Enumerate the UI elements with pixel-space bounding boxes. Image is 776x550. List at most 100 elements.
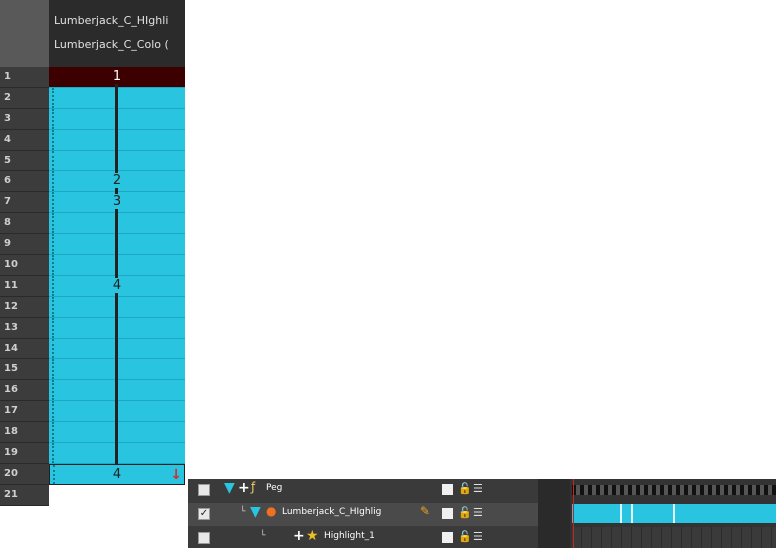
xsheet-cell[interactable]: 4: [49, 275, 185, 297]
exposure-boundary: [620, 504, 622, 523]
peg-icon: +: [238, 480, 250, 496]
down-arrow-icon: ↓: [170, 466, 182, 483]
xsheet-cell[interactable]: [49, 108, 185, 130]
xsheet-cell[interactable]: [49, 484, 185, 506]
cell-value: 4: [110, 466, 124, 482]
hierarchy-line-icon: └: [260, 531, 266, 541]
expand-arrow-icon[interactable]: ▼: [250, 504, 261, 520]
frame-number: 16: [0, 380, 49, 402]
xsheet-cell[interactable]: [49, 150, 185, 172]
layer-row-highlight[interactable]: └ + ★ Highlight_1 🔓 ☰: [188, 527, 538, 550]
xsheet-cell[interactable]: 1: [49, 67, 185, 88]
frame-number: 3: [0, 108, 49, 130]
xsheet-column-cells[interactable]: 1 2 3 4 4 ↓: [49, 67, 185, 506]
layer-name[interactable]: Highlight_1: [324, 531, 375, 541]
cell-value: 3: [110, 194, 124, 210]
xsheet-cell[interactable]: [49, 422, 185, 444]
xsheet-cell[interactable]: [49, 317, 185, 339]
xsheet-view: Lumberjack_C_HIghli Lumberjack_C_Colo ( …: [0, 0, 185, 548]
xsheet-column-header[interactable]: Lumberjack_C_HIghli Lumberjack_C_Colo (: [49, 0, 185, 67]
drawing-icon: ●: [266, 504, 277, 518]
layer-color-swatch[interactable]: [442, 508, 453, 519]
frame-number: 17: [0, 401, 49, 423]
layer-checkbox[interactable]: [198, 532, 210, 544]
xsheet-cell[interactable]: [49, 443, 185, 464]
exposure-boundary: [631, 504, 633, 523]
frame-number: 19: [0, 443, 49, 464]
frame-number: 18: [0, 422, 49, 444]
xsheet-cell[interactable]: [49, 296, 185, 318]
panel-divider[interactable]: [538, 479, 570, 548]
cell-dotted-marker: [52, 213, 56, 234]
frame-number: 13: [0, 317, 49, 339]
cell-dotted-marker: [52, 171, 56, 192]
xsheet-cell[interactable]: 3: [49, 192, 185, 214]
peg-icon: +: [293, 528, 305, 544]
cell-value: 4: [110, 277, 124, 293]
frame-number: 14: [0, 338, 49, 360]
layer-checkbox[interactable]: [198, 484, 210, 496]
frame-number: 12: [0, 296, 49, 318]
cell-dotted-marker: [52, 422, 56, 443]
layer-row-peg[interactable]: ▼ + ƒ Peg 🔓 ☰: [188, 479, 538, 502]
cell-dotted-marker: [52, 443, 56, 463]
hierarchy-line-icon: └: [240, 507, 246, 517]
frame-number: 9: [0, 234, 49, 256]
cell-dotted-marker: [52, 275, 56, 296]
xsheet-cell[interactable]: [49, 359, 185, 381]
frame-number: 2: [0, 87, 49, 109]
xsheet-cell[interactable]: [49, 401, 185, 423]
frame-number: 7: [0, 192, 49, 214]
xsheet-cell[interactable]: [49, 234, 185, 256]
xsheet-cell[interactable]: [49, 255, 185, 276]
xsheet-cell[interactable]: [49, 87, 185, 109]
cell-dotted-marker: [52, 234, 56, 255]
cell-dotted-marker: [52, 296, 56, 317]
layer-color-swatch[interactable]: [442, 532, 453, 543]
frame-number: 1: [0, 67, 49, 88]
playhead[interactable]: [573, 479, 574, 548]
path-icon: ƒ: [251, 480, 256, 494]
cell-dotted-marker: [52, 192, 56, 213]
star-icon: ★: [306, 528, 319, 544]
timeline-view: ▼ + ƒ Peg 🔓 ☰ ✓ └ ▼ ● Lumberjack_C_HIghl…: [188, 479, 776, 548]
cell-dotted-marker: [52, 380, 56, 401]
xsheet-cell[interactable]: 2: [49, 171, 185, 193]
frame-number: 6: [0, 171, 49, 193]
layers-icon[interactable]: ☰: [473, 530, 483, 543]
cell-dotted-marker: [52, 150, 56, 171]
lock-icon[interactable]: 🔓: [458, 530, 472, 543]
cell-dotted-marker: [52, 87, 56, 108]
cell-dotted-marker: [52, 317, 56, 338]
lock-icon[interactable]: 🔓: [458, 506, 472, 519]
xsheet-cell[interactable]: [49, 380, 185, 402]
frame-number: 8: [0, 213, 49, 235]
layer-checkbox[interactable]: ✓: [198, 508, 210, 520]
cell-dotted-marker: [52, 255, 56, 275]
xsheet-cell[interactable]: 4 ↓: [49, 463, 185, 485]
frame-number: 5: [0, 150, 49, 172]
peg-keyframe-track[interactable]: [572, 485, 776, 495]
lock-icon[interactable]: 🔓: [458, 482, 472, 495]
layers-icon[interactable]: ☰: [473, 482, 483, 495]
column-name-top: Lumberjack_C_HIghli: [54, 14, 169, 27]
layer-color-swatch[interactable]: [442, 484, 453, 495]
xsheet-cell[interactable]: [49, 338, 185, 360]
xsheet-cell[interactable]: [49, 213, 185, 235]
xsheet-cell[interactable]: [49, 129, 185, 151]
layer-name[interactable]: Peg: [266, 483, 282, 493]
cell-dotted-marker: [52, 108, 56, 129]
layers-icon[interactable]: ☰: [473, 506, 483, 519]
layer-name[interactable]: Lumberjack_C_HIghlig: [282, 507, 381, 517]
frame-number: 11: [0, 275, 49, 297]
frame-number: 20: [0, 463, 49, 485]
cell-dotted-marker: [53, 464, 57, 484]
frame-number-column: 1 2 3 4 5 6 7 8 9 10 11 12 13 14 15 16 17 18 19 20 21: [0, 67, 49, 506]
highlight-track[interactable]: [572, 527, 776, 548]
cell-dotted-marker: [52, 338, 56, 359]
frame-number: 21: [0, 484, 49, 506]
frame-number: 10: [0, 255, 49, 276]
pencil-icon[interactable]: ✎: [420, 504, 430, 518]
layer-row-drawing[interactable]: ✓ └ ▼ ● Lumberjack_C_HIghlig ✎ 🔓 ☰: [188, 503, 538, 526]
expand-arrow-icon[interactable]: ▼: [224, 480, 235, 496]
